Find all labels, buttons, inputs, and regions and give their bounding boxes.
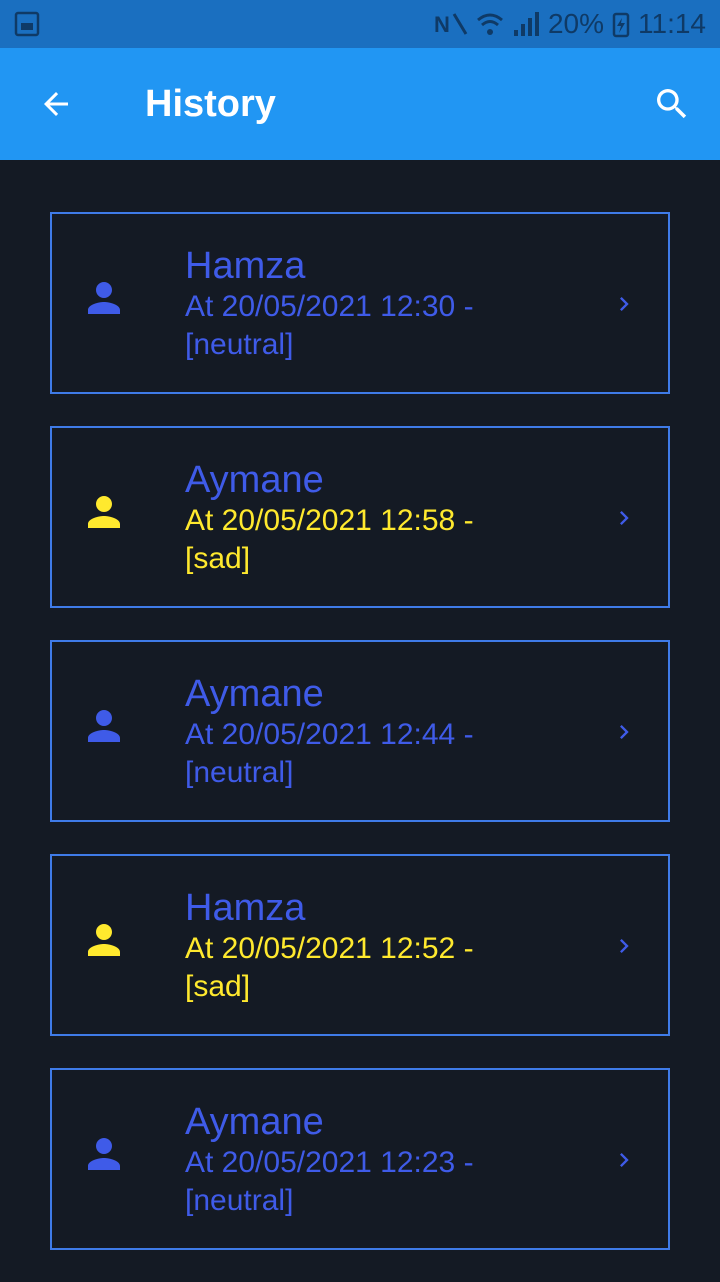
person-icon [88,1138,120,1170]
status-bar: N 20% 11:14 [0,0,720,48]
person-icon [88,924,120,956]
history-item-timestamp: At 20/05/2021 12:52 - [185,932,474,965]
chevron-right-icon [620,297,629,311]
person-icon [88,282,120,314]
history-item-mood: [neutral] [185,328,294,361]
history-item[interactable]: Aymane At 20/05/2021 12:58 - [sad] [50,426,670,608]
history-item-timestamp: At 20/05/2021 12:23 - [185,1146,474,1179]
history-item-mood: [sad] [185,542,251,575]
history-item-timestamp: At 20/05/2021 12:44 - [185,718,474,751]
history-item-timestamp: At 20/05/2021 12:30 - [185,290,474,323]
chevron-right-icon [620,511,629,525]
chevron-right-icon [620,939,629,953]
clock: 11:14 [638,8,706,39]
history-item-name: Aymane [185,673,324,715]
history-item[interactable]: Aymane At 20/05/2021 12:23 - [neutral] [50,1068,670,1250]
history-item-mood: [neutral] [185,1184,294,1217]
arrow-back-icon [44,92,68,116]
history-item-name: Hamza [185,887,306,929]
person-icon [88,496,120,528]
page-title: History [145,83,276,125]
wifi-icon [476,13,503,35]
history-item-name: Aymane [185,1101,324,1143]
gallery-icon [14,11,40,37]
history-item[interactable]: Aymane At 20/05/2021 12:44 - [neutral] [50,640,670,822]
search-icon [657,89,687,119]
signal-icon [513,12,539,36]
app-bar: History [0,48,720,160]
back-button[interactable] [30,78,82,130]
history-item-name: Hamza [185,245,306,287]
chevron-right-icon [620,1153,629,1167]
search-button[interactable] [646,78,698,130]
history-item-timestamp: At 20/05/2021 12:58 - [185,504,474,537]
history-item-mood: [sad] [185,970,251,1003]
battery-percent: 20% [547,8,604,39]
history-item[interactable]: Hamza At 20/05/2021 12:30 - [neutral] [50,212,670,394]
person-icon [88,710,120,742]
history-item[interactable]: Hamza At 20/05/2021 12:52 - [sad] [50,854,670,1036]
svg-text:N: N [434,12,450,37]
nfc-icon: N [434,12,468,37]
history-item-name: Aymane [185,459,324,501]
history-list: Hamza At 20/05/2021 12:30 - [neutral] Ay… [50,212,670,1282]
battery-charging-icon [612,12,630,38]
history-item-mood: [neutral] [185,756,294,789]
chevron-right-icon [620,725,629,739]
